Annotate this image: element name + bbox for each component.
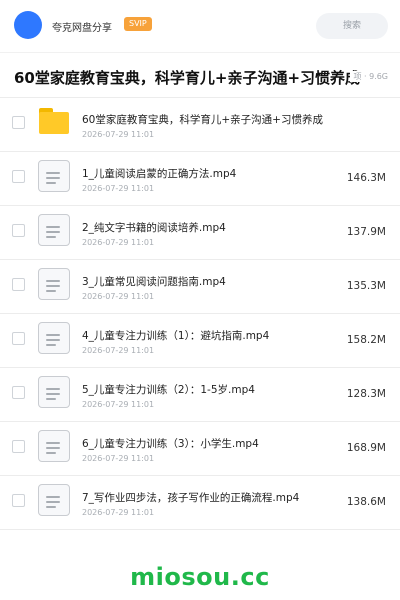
file-name: 3_儿童常见阅读问题指南.mp4 — [82, 276, 226, 288]
document-icon — [38, 268, 70, 300]
document-icon — [38, 484, 70, 516]
list-item[interactable]: 1_儿童阅读启蒙的正确方法.mp4 2026-07-29 11:01 146.3… — [0, 152, 400, 206]
svip-badge: SVIP — [124, 17, 152, 31]
file-name: 6_儿童专注力训练（3）：小学生.mp4 — [82, 438, 259, 450]
file-name: 5_儿童专注力训练（2）：1-5岁.mp4 — [82, 384, 255, 396]
list-item[interactable]: 4_儿童专注力训练（1）：避坑指南.mp4 2026-07-29 11:01 1… — [0, 314, 400, 368]
row-checkbox[interactable] — [12, 494, 25, 507]
document-icon — [38, 376, 70, 408]
avatar[interactable] — [14, 11, 42, 39]
search-button[interactable]: 搜索 — [316, 13, 388, 39]
file-size: 146.3M — [346, 172, 386, 184]
row-checkbox[interactable] — [12, 278, 25, 291]
file-date: 2026-07-29 11:01 — [82, 130, 155, 139]
file-date: 2026-07-29 11:01 — [82, 238, 155, 247]
page-header: 60堂家庭教育宝典，科学育儿+亲子沟通+习惯养成 项 · 9.6G — [0, 52, 400, 98]
top-bar: 夸克网盘分享 SVIP 搜索 — [0, 0, 400, 52]
file-name: 2_纯文字书籍的阅读培养.mp4 — [82, 222, 226, 234]
file-size: 128.3M — [346, 388, 386, 400]
file-date: 2026-07-29 11:01 — [82, 400, 155, 409]
file-name: 60堂家庭教育宝典，科学育儿+亲子沟通+习惯养成 — [82, 114, 323, 126]
file-date: 2026-07-29 11:01 — [82, 508, 155, 517]
file-name: 4_儿童专注力训练（1）：避坑指南.mp4 — [82, 330, 270, 342]
file-date: 2026-07-29 11:01 — [82, 346, 155, 355]
list-item[interactable]: 7_写作业四步法，孩子写作业的正确流程.mp4 2026-07-29 11:01… — [0, 476, 400, 530]
share-name: 夸克网盘分享 — [52, 23, 112, 34]
file-date: 2026-07-29 11:01 — [82, 292, 155, 301]
file-size: 137.9M — [346, 226, 386, 238]
file-size: 135.3M — [346, 280, 386, 292]
page-title: 60堂家庭教育宝典，科学育儿+亲子沟通+习惯养成 — [14, 69, 361, 87]
row-checkbox[interactable] — [12, 224, 25, 237]
row-checkbox[interactable] — [12, 170, 25, 183]
folder-icon — [39, 108, 69, 134]
document-icon — [38, 430, 70, 462]
row-checkbox[interactable] — [12, 386, 25, 399]
row-checkbox[interactable] — [12, 440, 25, 453]
file-size: 158.2M — [346, 334, 386, 346]
row-checkbox[interactable] — [12, 332, 25, 345]
file-size: 138.6M — [346, 496, 386, 508]
file-date: 2026-07-29 11:01 — [82, 184, 155, 193]
list-item[interactable]: 6_儿童专注力训练（3）：小学生.mp4 2026-07-29 11:01 16… — [0, 422, 400, 476]
document-icon — [38, 160, 70, 192]
watermark: miosou.cc — [130, 563, 270, 591]
document-icon — [38, 322, 70, 354]
file-size: 168.9M — [346, 442, 386, 454]
document-icon — [38, 214, 70, 246]
list-item[interactable]: 3_儿童常见阅读问题指南.mp4 2026-07-29 11:01 135.3M — [0, 260, 400, 314]
list-item[interactable]: 5_儿童专注力训练（2）：1-5岁.mp4 2026-07-29 11:01 1… — [0, 368, 400, 422]
list-item[interactable]: 60堂家庭教育宝典，科学育儿+亲子沟通+习惯养成 2026-07-29 11:0… — [0, 98, 400, 152]
row-checkbox[interactable] — [12, 116, 25, 129]
file-name: 1_儿童阅读启蒙的正确方法.mp4 — [82, 168, 237, 180]
file-date: 2026-07-29 11:01 — [82, 454, 155, 463]
folder-meta: 项 · 9.6G — [350, 71, 388, 82]
file-name: 7_写作业四步法，孩子写作业的正确流程.mp4 — [82, 492, 300, 504]
list-item[interactable]: 2_纯文字书籍的阅读培养.mp4 2026-07-29 11:01 137.9M — [0, 206, 400, 260]
file-list: 60堂家庭教育宝典，科学育儿+亲子沟通+习惯养成 2026-07-29 11:0… — [0, 98, 400, 530]
